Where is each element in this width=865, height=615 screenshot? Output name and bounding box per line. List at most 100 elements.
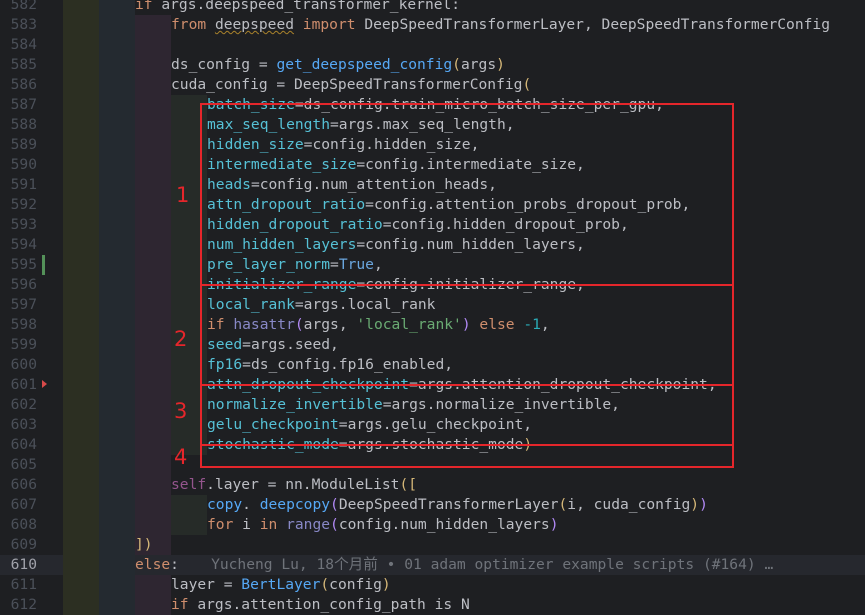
- code-line[interactable]: 611 layer = BertLayer(config): [0, 575, 865, 595]
- code-line[interactable]: 606 self.layer = nn.ModuleList([: [0, 475, 865, 495]
- code-token: .: [242, 496, 260, 513]
- code-text: if args.deepspeed_transformer_kernel:: [135, 0, 460, 15]
- indent-guide: [135, 575, 171, 595]
- indent-guide: [63, 215, 99, 235]
- line-number: 600: [10, 356, 37, 373]
- indent-guide: [99, 255, 135, 275]
- annotation-label-4: 4: [174, 445, 188, 469]
- line-number: 587: [10, 96, 37, 113]
- indent-guide: [63, 595, 99, 615]
- line-number: 596: [10, 276, 37, 293]
- code-line[interactable]: 586 cuda_config = DeepSpeedTransformerCon…: [0, 75, 865, 95]
- indent-guide: [99, 55, 135, 75]
- line-number: 606: [10, 476, 37, 493]
- indent-guide: [63, 15, 99, 35]
- code-text: ]): [135, 535, 153, 555]
- indent-guide: [99, 595, 135, 615]
- code-token: get_deepspeed_config: [276, 56, 453, 73]
- code-token: range: [286, 516, 331, 533]
- code-token: copy: [207, 496, 243, 513]
- line-number: 598: [10, 316, 37, 333]
- indent-guide: [99, 555, 135, 575]
- code-token: deepspeed: [214, 16, 295, 33]
- code-token: (: [330, 496, 339, 513]
- line-number: 592: [10, 196, 37, 213]
- indent-guide: [135, 155, 171, 175]
- code-line[interactable]: 583 from deepspeed import DeepSpeedTransf…: [0, 15, 865, 35]
- code-token: i, cuda_config: [567, 496, 691, 513]
- indent-guide: [99, 475, 135, 495]
- indent-guide: [171, 515, 207, 535]
- indent-guide: [135, 375, 171, 395]
- indent-guide: [63, 155, 99, 175]
- line-number: 597: [10, 296, 37, 313]
- code-token: deepcopy: [259, 496, 331, 513]
- code-token: config: [329, 576, 382, 593]
- indent-guide: [135, 275, 171, 295]
- change-marker[interactable]: [42, 255, 45, 275]
- indent-guide: [99, 235, 135, 255]
- indent-guide: [135, 55, 171, 75]
- indent-guide: [63, 375, 99, 395]
- code-token: (: [320, 576, 330, 593]
- code-line[interactable]: 582 if args.deepspeed_transformer_kernel:: [0, 0, 865, 15]
- indent-guide: [135, 75, 171, 95]
- code-line[interactable]: 609]): [0, 535, 865, 555]
- line-number: 612: [10, 596, 37, 613]
- line-number: 589: [10, 136, 37, 153]
- indent-guide: [99, 275, 135, 295]
- line-number: 593: [10, 216, 37, 233]
- code-token: args: [460, 56, 497, 73]
- indent-guide: [99, 0, 135, 15]
- code-line[interactable]: 610 else: Yucheng Lu, 18个月前 • 01 adam opti…: [0, 555, 865, 575]
- indent-guide: [135, 475, 171, 495]
- indent-guide: [99, 455, 135, 475]
- code-line[interactable]: 608 for i in range(config.num_hidden_laye…: [0, 515, 865, 535]
- code-line[interactable]: 607 copy. deepcopy(DeepSpeedTransformerLa…: [0, 495, 865, 515]
- indent-guide: [135, 95, 171, 115]
- indent-guide: [63, 475, 99, 495]
- indent-guide: [99, 215, 135, 235]
- code-token: for: [207, 516, 243, 533]
- code-token: ): [381, 576, 391, 593]
- indent-guide: [99, 95, 135, 115]
- annotation-box-1: [200, 103, 734, 286]
- indent-guide: [135, 175, 171, 195]
- indent-guide: [99, 335, 135, 355]
- indent-guide: [63, 495, 99, 515]
- indent-guide: [63, 355, 99, 375]
- code-token: if: [135, 0, 162, 13]
- indent-guide: [99, 315, 135, 335]
- fold-marker-icon[interactable]: [42, 380, 47, 388]
- indent-guide: [99, 495, 135, 515]
- indent-guide: [63, 195, 99, 215]
- code-line[interactable]: 584: [0, 35, 865, 55]
- indent-guide: [135, 415, 171, 435]
- git-blame-annotation: Yucheng Lu, 18个月前 • 01 adam optimizer ex…: [211, 556, 774, 573]
- indent-guide: [63, 175, 99, 195]
- code-token: in: [259, 516, 287, 533]
- code-token: else: [135, 556, 171, 573]
- line-number: 594: [10, 236, 37, 253]
- indent-guide: [135, 35, 171, 55]
- indent-guide: [171, 495, 207, 515]
- line-number: 604: [10, 436, 37, 453]
- indent-guide: [63, 115, 99, 135]
- indent-guide: [135, 435, 171, 455]
- indent-guide: [135, 295, 171, 315]
- code-token: BertLayer: [241, 576, 321, 593]
- code-line[interactable]: 585 ds_config = get_deepspeed_config(args…: [0, 55, 865, 75]
- indent-guide: [99, 415, 135, 435]
- indent-guide: [99, 175, 135, 195]
- code-text: if args.attention_config_path is N: [171, 595, 470, 615]
- code-token: ]): [135, 536, 153, 553]
- code-token: (: [330, 516, 339, 533]
- code-token: layer =: [171, 576, 242, 593]
- indent-guide: [135, 355, 171, 375]
- indent-guide: [99, 115, 135, 135]
- line-number: 608: [10, 516, 37, 533]
- indent-guide: [63, 395, 99, 415]
- line-number: 595: [10, 256, 37, 273]
- annotation-box-2: [200, 284, 734, 386]
- code-line[interactable]: 612 if args.attention_config_path is N: [0, 595, 865, 615]
